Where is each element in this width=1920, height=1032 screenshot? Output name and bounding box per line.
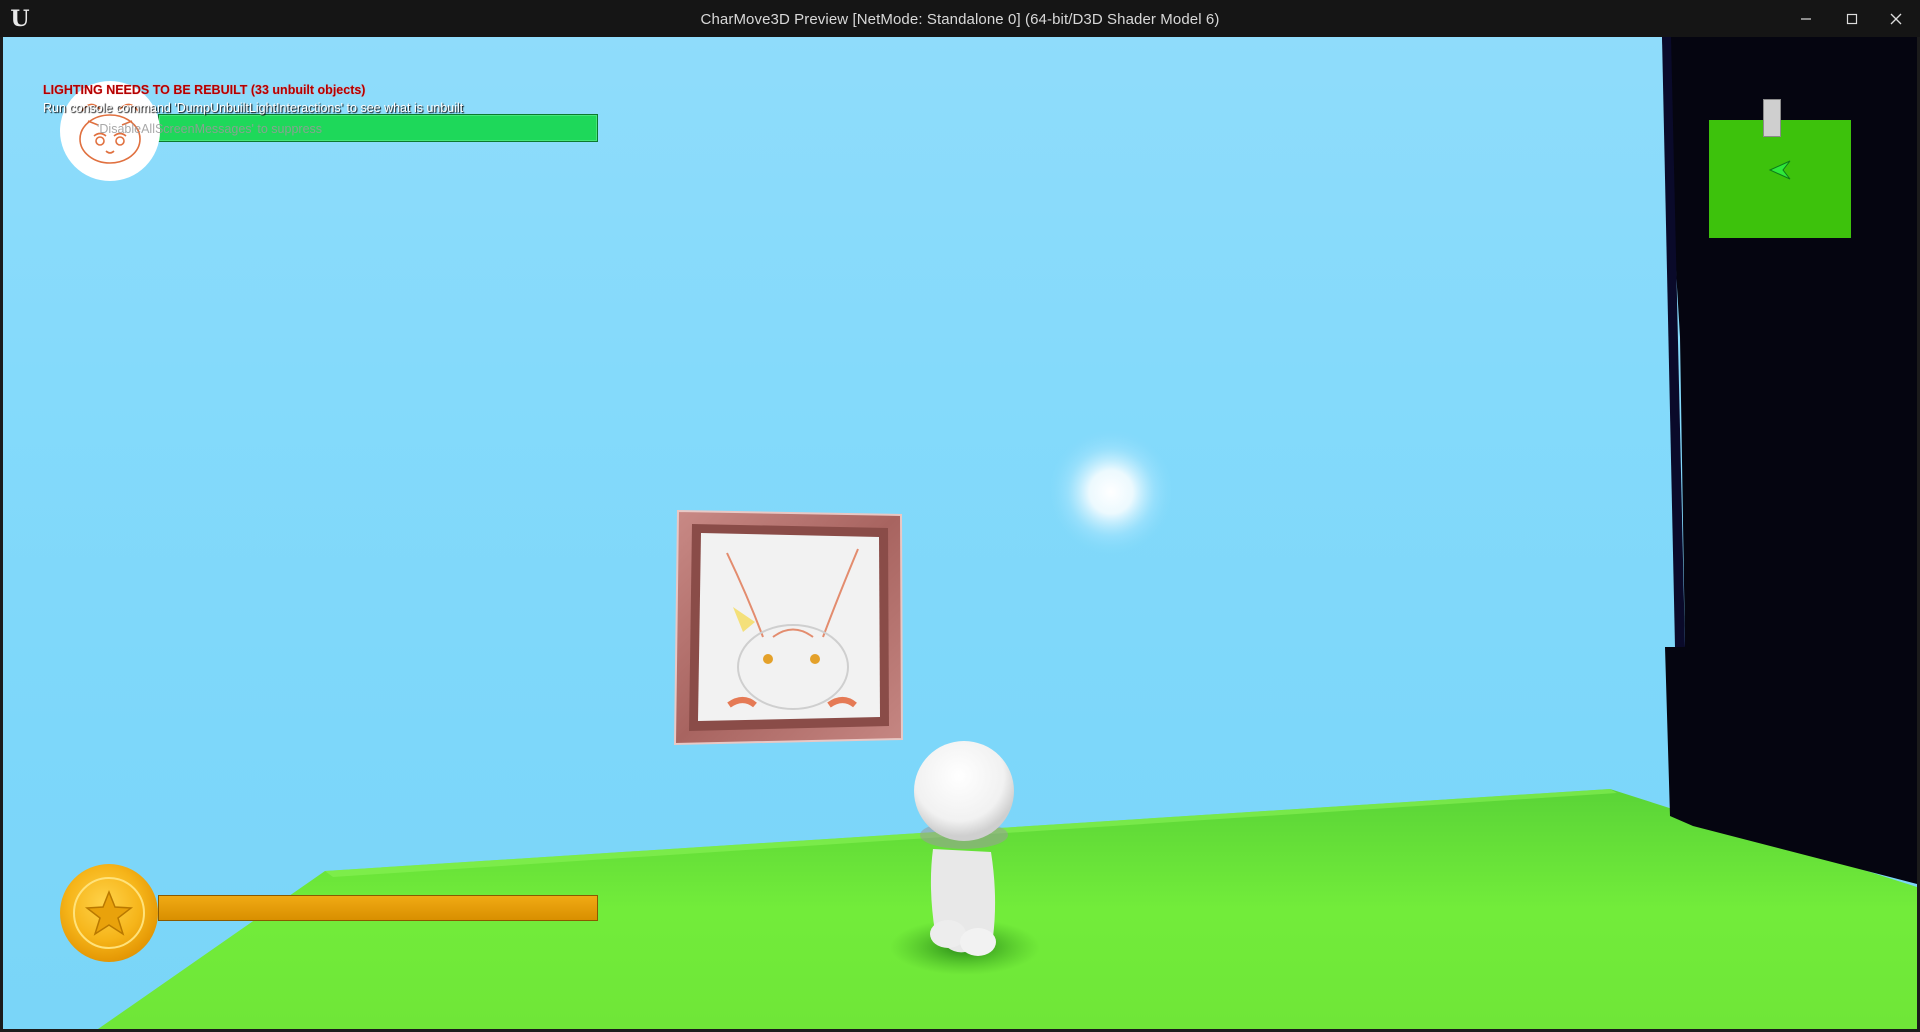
coin-bar: [158, 895, 598, 921]
player-arrow-icon: [1768, 160, 1791, 180]
close-icon: [1890, 13, 1902, 24]
title-bar[interactable]: U CharMove3D Preview [NetMode: Standalon…: [0, 0, 1920, 37]
game-window: U CharMove3D Preview [NetMode: Standalon…: [0, 0, 1920, 1032]
picture-frame: [673, 509, 904, 746]
minimize-button[interactable]: [1783, 0, 1829, 37]
minimize-icon: [1801, 17, 1811, 20]
suppress-hint: 'DisableAllScreenMessages' to suppress: [97, 122, 323, 136]
sun: [1049, 430, 1173, 554]
window-title: CharMove3D Preview [NetMode: Standalone …: [700, 11, 1220, 28]
maximize-button[interactable]: [1829, 0, 1875, 37]
star-coin-icon: [60, 864, 158, 962]
maximize-icon: [1846, 13, 1858, 24]
scene-3d: [98, 37, 1917, 1029]
game-viewport[interactable]: LIGHTING NEEDS TO BE REBUILT (33 unbuilt…: [3, 37, 1917, 1029]
lighting-warning-detail: Run console command 'DumpUnbuiltLightInt…: [43, 101, 464, 115]
lighting-warning-title: LIGHTING NEEDS TO BE REBUILT (33 unbuilt…: [43, 83, 366, 97]
minimap-object-marker: [1763, 99, 1781, 137]
close-button[interactable]: [1873, 0, 1919, 37]
